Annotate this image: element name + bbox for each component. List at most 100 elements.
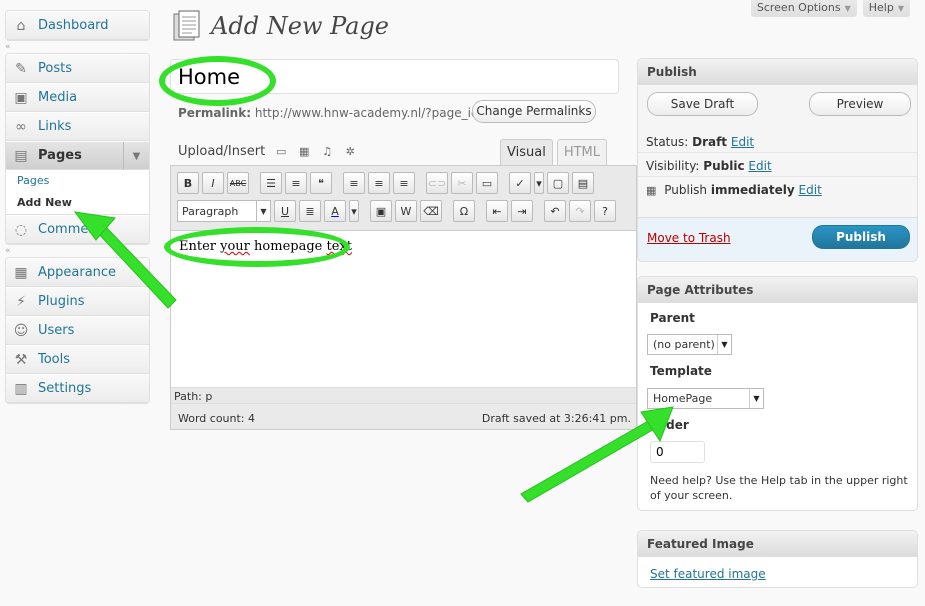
menu-label: Posts bbox=[38, 61, 72, 76]
menu-item-pages[interactable]: ▤ Pages ▼ bbox=[6, 141, 149, 170]
publish-button[interactable]: Publish bbox=[812, 225, 910, 249]
submenu-item-pages[interactable]: Pages bbox=[6, 170, 149, 192]
change-permalinks-button[interactable]: Change Permalinks bbox=[472, 100, 596, 123]
template-select[interactable]: HomePage ▼ bbox=[647, 388, 764, 409]
underline-button[interactable]: U bbox=[274, 200, 296, 222]
pages-icon: ▤ bbox=[14, 147, 28, 164]
insert-link-button[interactable]: ⊂⊃ bbox=[426, 172, 448, 194]
menu-label: Plugins bbox=[38, 294, 85, 309]
move-to-trash-link[interactable]: Move to Trash bbox=[647, 231, 731, 245]
menu-item-users[interactable]: ☺ Users bbox=[6, 316, 149, 345]
format-select-value: Paragraph bbox=[182, 204, 239, 218]
paste-text-button[interactable]: ▣ bbox=[370, 200, 392, 222]
chevron-down-icon: ▼ bbox=[844, 4, 851, 13]
help-button[interactable]: Help ▼ bbox=[862, 0, 910, 17]
visibility-value: Public bbox=[703, 159, 745, 173]
tools-icon: ⚒ bbox=[14, 351, 28, 368]
menu-item-comments[interactable]: ◌ Comments bbox=[6, 215, 149, 244]
paste-word-button[interactable]: W bbox=[395, 200, 417, 222]
undo-button[interactable]: ↶ bbox=[544, 200, 566, 222]
page-attributes-heading[interactable]: Page Attributes bbox=[638, 277, 917, 303]
help-icon[interactable]: ? bbox=[594, 200, 616, 222]
menu-item-plugins[interactable]: ⚡ Plugins bbox=[6, 287, 149, 316]
add-media-icon[interactable]: ✲ bbox=[343, 145, 357, 158]
menu-item-media[interactable]: ▣ Media bbox=[6, 83, 149, 112]
add-image-icon[interactable]: ▭ bbox=[274, 145, 288, 158]
preview-button[interactable]: Preview bbox=[809, 92, 911, 116]
remove-format-button[interactable]: ⌫ bbox=[420, 200, 442, 222]
italic-button[interactable]: I bbox=[202, 172, 224, 194]
order-input[interactable] bbox=[650, 441, 705, 463]
menu-label: Settings bbox=[38, 381, 92, 396]
fullscreen-button[interactable]: ▢ bbox=[547, 172, 569, 194]
menu-item-links[interactable]: ∞ Links bbox=[6, 112, 149, 141]
content-editor: B I ABC ☰ ≡ ❝ ≡ ≡ ≡ ⊂⊃ ✂ ▭ ✓ ▾ ▢ ▤ Parag… bbox=[170, 165, 637, 430]
visibility-edit-link[interactable]: Edit bbox=[748, 159, 771, 173]
redo-button[interactable]: ↷ bbox=[569, 200, 591, 222]
menu-group-top: ⌂ Dashboard bbox=[5, 10, 150, 41]
spellcheck-dropdown-icon[interactable]: ▾ bbox=[534, 172, 544, 194]
parent-label: Parent bbox=[650, 311, 695, 325]
blockquote-button[interactable]: ❝ bbox=[310, 172, 332, 194]
menu-item-appearance[interactable]: ▦ Appearance bbox=[6, 258, 149, 287]
strikethrough-button[interactable]: ABC bbox=[227, 172, 249, 194]
insert-more-button[interactable]: ▭ bbox=[476, 172, 498, 194]
menu-item-tools[interactable]: ⚒ Tools bbox=[6, 345, 149, 374]
indent-button[interactable]: ⇥ bbox=[511, 200, 533, 222]
set-featured-image-link[interactable]: Set featured image bbox=[650, 567, 766, 581]
spellcheck-button[interactable]: ✓ bbox=[509, 172, 531, 194]
status-edit-link[interactable]: Edit bbox=[731, 135, 754, 149]
page-title: Add New Page bbox=[211, 12, 390, 40]
permalink-label: Permalink: bbox=[178, 106, 252, 120]
add-video-icon[interactable]: ▦ bbox=[297, 145, 311, 158]
permalink-url[interactable]: http://www.hnw-academy.nl/?page_id=41 bbox=[255, 106, 504, 120]
menu-separator[interactable]: « bbox=[5, 245, 150, 257]
submenu-toggle-icon[interactable]: ▼ bbox=[123, 142, 149, 170]
kitchen-sink-button[interactable]: ▤ bbox=[572, 172, 594, 194]
menu-item-settings[interactable]: ▥ Settings bbox=[6, 374, 149, 403]
numbered-list-button[interactable]: ≡ bbox=[285, 172, 307, 194]
justify-button[interactable]: ≣ bbox=[299, 200, 321, 222]
tab-visual[interactable]: Visual bbox=[500, 139, 553, 165]
featured-image-box: Featured Image Set featured image bbox=[637, 530, 918, 588]
bullet-list-button[interactable]: ☰ bbox=[260, 172, 282, 194]
align-right-button[interactable]: ≡ bbox=[393, 172, 415, 194]
publish-box: Publish Save Draft Preview Status: Draft… bbox=[637, 58, 918, 262]
screen-options-label: Screen Options bbox=[756, 1, 841, 14]
parent-select[interactable]: (no parent) ▼ bbox=[647, 334, 732, 355]
admin-menu: ⌂ Dashboard « ✎ Posts ▣ Media ∞ Links ▤ … bbox=[5, 10, 150, 404]
appearance-icon: ▦ bbox=[14, 264, 28, 281]
publish-box-heading[interactable]: Publish bbox=[638, 59, 917, 85]
menu-item-dashboard[interactable]: ⌂ Dashboard bbox=[6, 11, 149, 40]
featured-image-heading[interactable]: Featured Image bbox=[638, 531, 917, 557]
menu-separator[interactable]: « bbox=[5, 41, 150, 53]
text-color-dropdown-icon[interactable]: ▾ bbox=[349, 200, 359, 222]
plug-icon: ⚡ bbox=[16, 293, 26, 310]
special-char-button[interactable]: Ω bbox=[453, 200, 475, 222]
save-draft-button[interactable]: Save Draft bbox=[647, 92, 758, 116]
menu-item-posts[interactable]: ✎ Posts bbox=[6, 54, 149, 83]
divider bbox=[638, 152, 917, 153]
submenu-item-add-new[interactable]: Add New bbox=[6, 192, 149, 214]
tab-html[interactable]: HTML bbox=[556, 139, 607, 165]
menu-label: Users bbox=[38, 323, 75, 338]
format-select[interactable]: Paragraph ▼ bbox=[177, 200, 271, 222]
outdent-button[interactable]: ⇤ bbox=[486, 200, 508, 222]
align-center-button[interactable]: ≡ bbox=[368, 172, 390, 194]
toolbar-row-2: Paragraph ▼ U ≣ A ▾ ▣ W ⌫ Ω ⇤ ⇥ ↶ ↷ ? bbox=[177, 200, 616, 222]
screen-options-button[interactable]: Screen Options ▼ bbox=[750, 0, 857, 17]
comment-icon: ◌ bbox=[14, 221, 28, 238]
menu-label: Appearance bbox=[38, 265, 117, 280]
add-audio-icon[interactable]: ♫ bbox=[320, 145, 334, 158]
bold-button[interactable]: B bbox=[177, 172, 199, 194]
upload-insert-bar: Upload/Insert ▭ ▦ ♫ ✲ bbox=[178, 144, 357, 159]
text-color-button[interactable]: A bbox=[324, 200, 346, 222]
publish-time-edit-link[interactable]: Edit bbox=[799, 183, 822, 197]
attributes-help-text: Need help? Use the Help tab in the upper… bbox=[650, 474, 908, 502]
settings-icon: ▥ bbox=[14, 380, 28, 397]
page-attributes-box: Page Attributes Parent (no parent) ▼ Tem… bbox=[637, 276, 918, 511]
align-left-button[interactable]: ≡ bbox=[343, 172, 365, 194]
unlink-button[interactable]: ✂ bbox=[451, 172, 473, 194]
publish-time-row: ▦ Publish immediately Edit bbox=[646, 183, 822, 197]
highlight-ellipse-title bbox=[159, 56, 276, 106]
